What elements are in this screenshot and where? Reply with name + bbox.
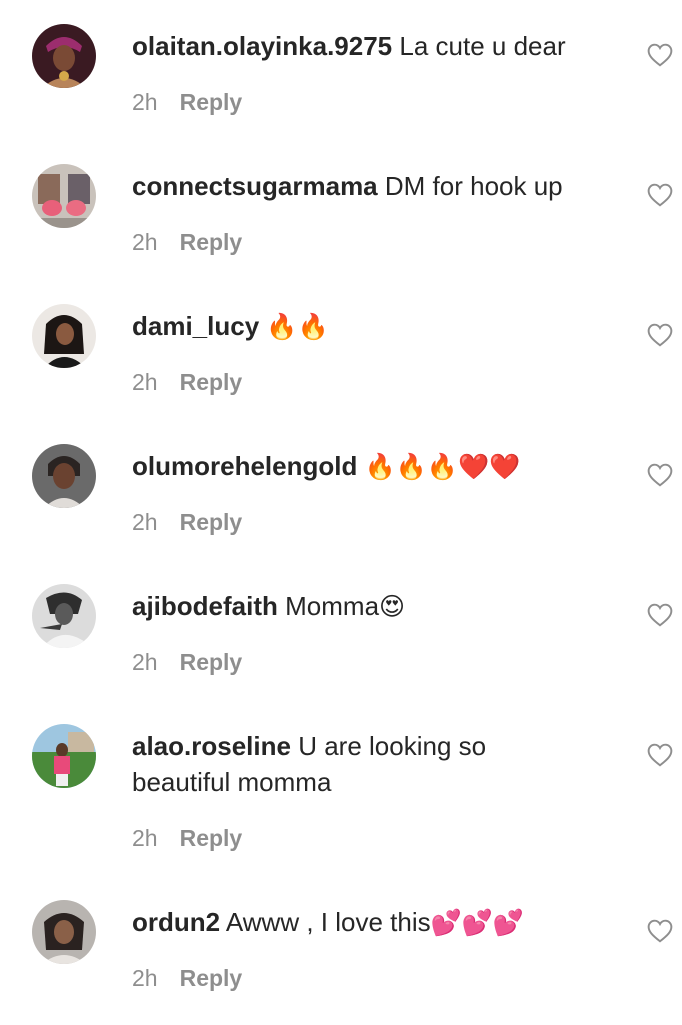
comment-username[interactable]: ajibodefaith — [132, 591, 278, 621]
comment-text: Awww , I love this — [225, 907, 431, 937]
comment-meta: 2h Reply — [132, 87, 242, 117]
reply-button[interactable]: Reply — [180, 89, 243, 115]
reply-button[interactable]: Reply — [180, 229, 243, 255]
comment-time: 2h — [132, 229, 158, 255]
comment-username[interactable]: olaitan.olayinka.9275 — [132, 31, 392, 61]
comment-emoji: 💕💕💕 — [430, 908, 524, 937]
comment-body: dami_lucy 🔥🔥 — [132, 308, 587, 345]
comment-body: olumorehelengold 🔥🔥🔥❤️❤️ — [132, 448, 587, 485]
comment-meta: 2h Reply — [132, 227, 242, 257]
heart-outline-icon[interactable] — [647, 603, 673, 627]
comment-text: La cute u dear — [399, 31, 566, 61]
comment-body: connectsugarmama DM for hook up — [132, 168, 587, 205]
comment-time: 2h — [132, 369, 158, 395]
comment-username[interactable]: connectsugarmama — [132, 171, 378, 201]
comment-body: ajibodefaith Momma😍 — [132, 588, 587, 625]
comment-time: 2h — [132, 509, 158, 535]
comment-emoji: 🔥🔥 — [266, 312, 329, 341]
comment-username[interactable]: dami_lucy — [132, 311, 259, 341]
avatar[interactable] — [32, 584, 96, 648]
comment-time: 2h — [132, 649, 158, 675]
reply-button[interactable]: Reply — [180, 369, 243, 395]
avatar[interactable] — [32, 900, 96, 964]
comment-meta: 2h Reply — [132, 963, 242, 993]
comment-meta: 2h Reply — [132, 367, 242, 397]
reply-button[interactable]: Reply — [180, 965, 243, 991]
comment-meta: 2h Reply — [132, 647, 242, 677]
avatar[interactable] — [32, 444, 96, 508]
comment-time: 2h — [132, 825, 158, 851]
avatar[interactable] — [32, 164, 96, 228]
heart-outline-icon[interactable] — [647, 463, 673, 487]
heart-outline-icon[interactable] — [647, 323, 673, 347]
comment-time: 2h — [132, 89, 158, 115]
heart-outline-icon[interactable] — [647, 919, 673, 943]
comment-body: alao.roseline U are looking so beautiful… — [132, 728, 587, 801]
comment-text: DM for hook up — [384, 171, 563, 201]
reply-button[interactable]: Reply — [180, 649, 243, 675]
comment-username[interactable]: ordun2 — [132, 907, 220, 937]
comment-emoji: 🔥🔥🔥❤️❤️ — [364, 452, 521, 481]
heart-outline-icon[interactable] — [647, 43, 673, 67]
comment-body: olaitan.olayinka.9275 La cute u dear — [132, 28, 587, 65]
comment-time: 2h — [132, 965, 158, 991]
comment-username[interactable]: alao.roseline — [132, 731, 291, 761]
comment-emoji: 😍 — [379, 592, 406, 621]
avatar[interactable] — [32, 724, 96, 788]
reply-button[interactable]: Reply — [180, 825, 243, 851]
reply-button[interactable]: Reply — [180, 509, 243, 535]
avatar[interactable] — [32, 304, 96, 368]
avatar[interactable] — [32, 24, 96, 88]
comment-username[interactable]: olumorehelengold — [132, 451, 357, 481]
comment-body: ordun2 Awww , I love this💕💕💕 — [132, 904, 587, 941]
heart-outline-icon[interactable] — [647, 183, 673, 207]
comment-meta: 2h Reply — [132, 507, 242, 537]
comment-text: Momma — [285, 591, 380, 621]
heart-outline-icon[interactable] — [647, 743, 673, 767]
comment-meta: 2h Reply — [132, 823, 242, 853]
